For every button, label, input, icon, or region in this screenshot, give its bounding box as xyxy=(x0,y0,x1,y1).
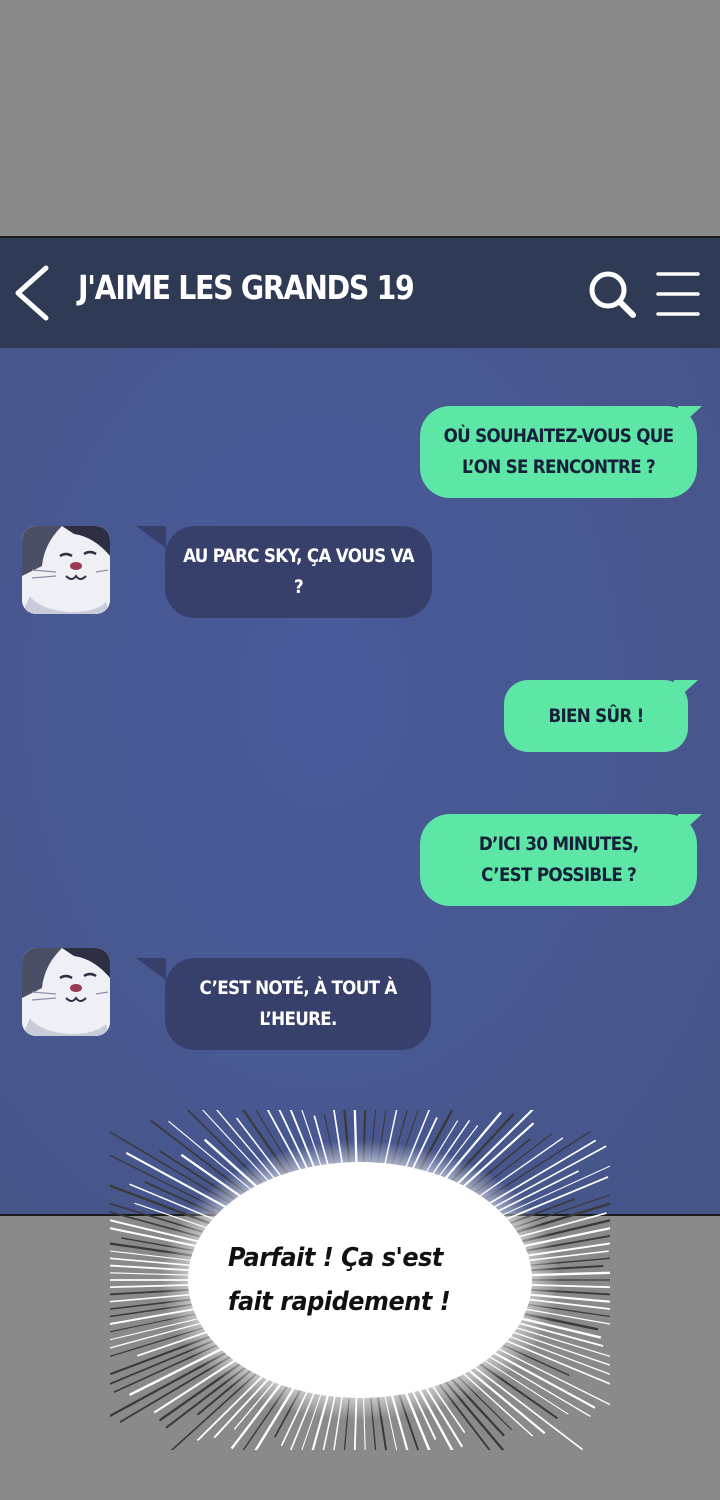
hamburger-menu-icon[interactable] xyxy=(654,268,702,320)
avatar xyxy=(22,948,110,1036)
narration-text: Parfait ! Ça s'est fait rapidement ! xyxy=(228,1243,451,1317)
chat-screen: J'AIME LES GRANDS 19 OÙ SOUHAITEZ-VOUS Q… xyxy=(0,236,720,1216)
message-text: AU PARC SKY, ÇA VOUS VA ? xyxy=(183,545,415,598)
message-outgoing: OÙ SOUHAITEZ-VOUS QUE L’ON SE RENCONTRE … xyxy=(420,406,697,498)
message-outgoing: D’ICI 30 MINUTES, C’EST POSSIBLE ? xyxy=(420,814,697,906)
chat-header: J'AIME LES GRANDS 19 xyxy=(0,238,720,348)
cat-avatar-icon xyxy=(22,526,110,614)
message-text: OÙ SOUHAITEZ-VOUS QUE L’ON SE RENCONTRE … xyxy=(443,425,674,478)
chat-title: J'AIME LES GRANDS 19 xyxy=(78,268,415,307)
message-outgoing: BIEN SÛR ! xyxy=(504,680,688,752)
message-incoming: C’EST NOTÉ, À TOUT À L’HEURE. xyxy=(165,958,431,1050)
bubble-tail xyxy=(136,958,166,980)
message-list: OÙ SOUHAITEZ-VOUS QUE L’ON SE RENCONTRE … xyxy=(0,348,720,1214)
bubble-tail xyxy=(136,526,166,548)
message-text: C’EST NOTÉ, À TOUT À L’HEURE. xyxy=(199,977,397,1030)
search-icon[interactable] xyxy=(586,268,638,320)
cat-avatar-icon xyxy=(22,948,110,1036)
message-incoming: AU PARC SKY, ÇA VOUS VA ? xyxy=(165,526,432,618)
message-text: D’ICI 30 MINUTES, C’EST POSSIBLE ? xyxy=(478,833,639,886)
message-text: BIEN SÛR ! xyxy=(548,704,644,727)
avatar xyxy=(22,526,110,614)
chevron-left-icon[interactable] xyxy=(8,262,58,324)
